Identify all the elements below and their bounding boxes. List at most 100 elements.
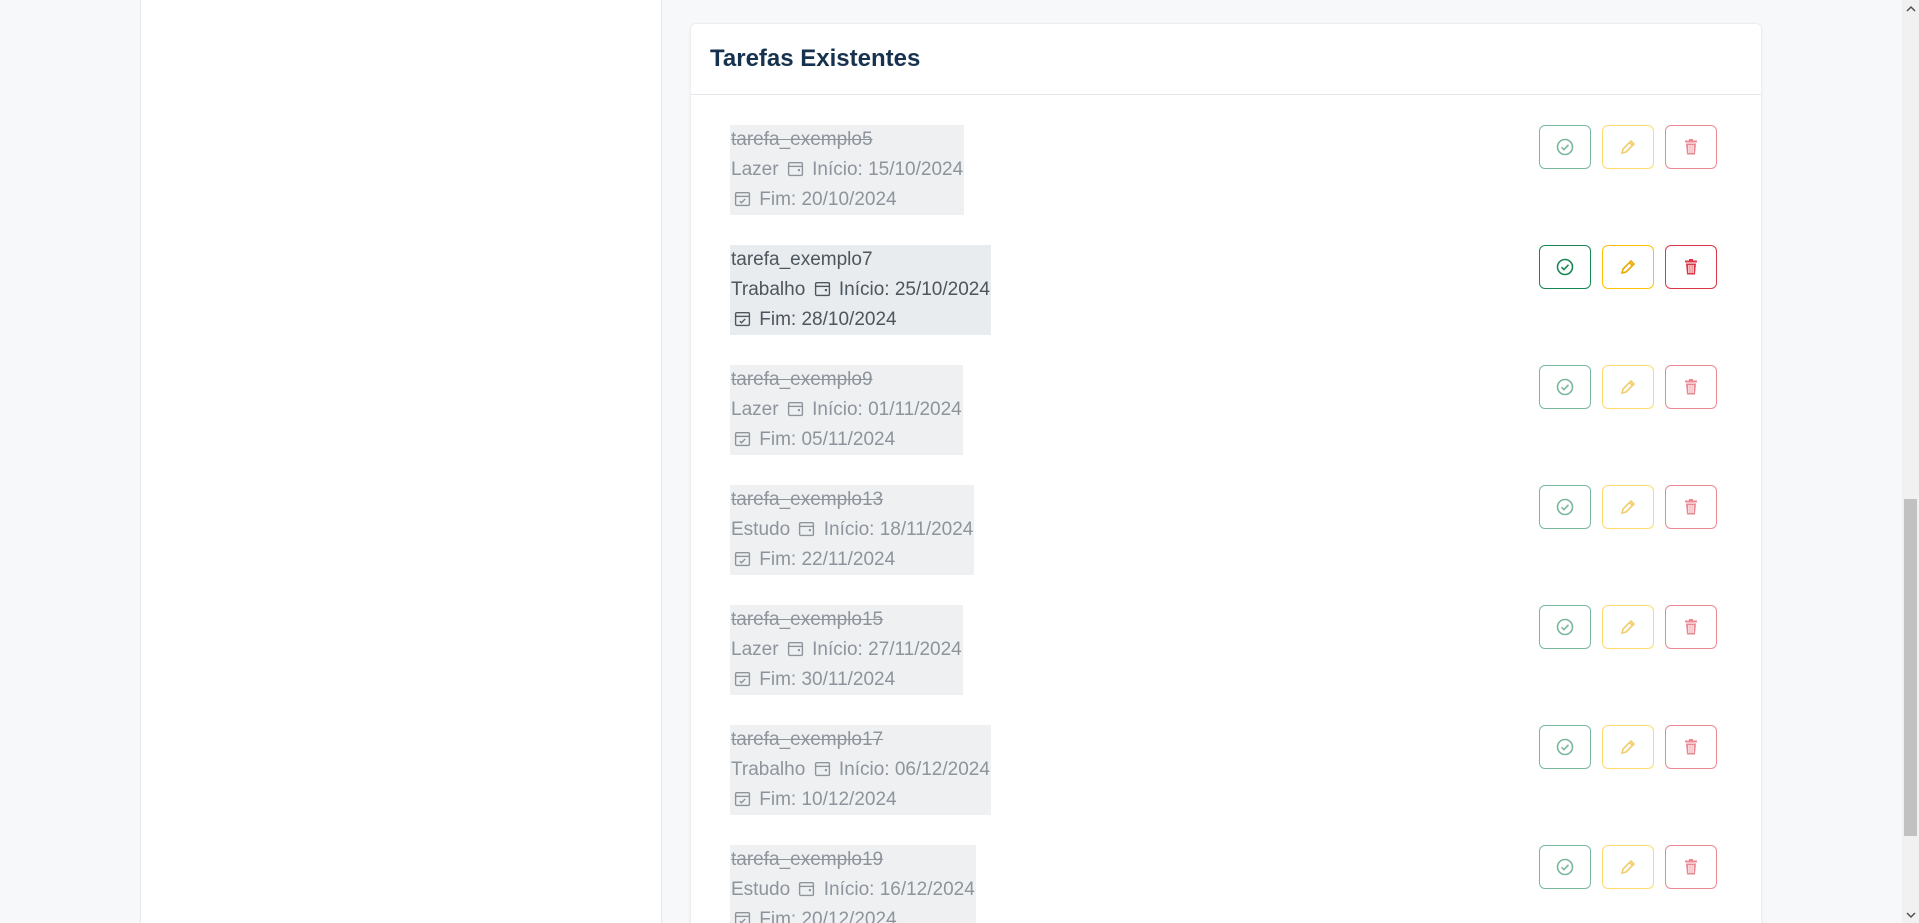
- delete-button[interactable]: [1665, 845, 1717, 889]
- task-actions: [1539, 605, 1717, 649]
- task-actions: [1539, 245, 1717, 289]
- task-name: tarefa_exemplo9: [731, 369, 873, 390]
- delete-button[interactable]: [1665, 245, 1717, 289]
- left-panel: [140, 0, 662, 923]
- task-details: tarefa_exemplo17 Trabalho Início: 06/12/…: [730, 725, 991, 815]
- task-end-line: Fim: 20/12/2024: [731, 905, 975, 923]
- task-name: tarefa_exemplo17: [731, 729, 884, 750]
- task-actions: [1539, 125, 1717, 169]
- task-end-line: Fim: 28/10/2024: [731, 305, 990, 335]
- pencil-icon: [1620, 139, 1636, 155]
- task-item: tarefa_exemplo7 Trabalho Início: 25/10/2…: [730, 245, 1717, 345]
- task-start-date: Início: 06/12/2024: [838, 759, 990, 780]
- delete-button[interactable]: [1665, 485, 1717, 529]
- edit-button[interactable]: [1602, 245, 1654, 289]
- task-end-date: Fim: 30/11/2024: [759, 669, 896, 690]
- task-end-line: Fim: 22/11/2024: [731, 545, 973, 575]
- task-category: Estudo: [731, 879, 791, 900]
- task-name: tarefa_exemplo5: [731, 129, 873, 150]
- page-scrollbar[interactable]: [1902, 0, 1919, 923]
- task-end-date: Fim: 22/11/2024: [759, 549, 896, 570]
- calendar-icon: [798, 880, 815, 897]
- task-actions: [1539, 725, 1717, 769]
- task-name: tarefa_exemplo13: [731, 489, 884, 510]
- task-category: Lazer: [731, 639, 779, 660]
- complete-button[interactable]: [1539, 725, 1591, 769]
- task-item: tarefa_exemplo15 Lazer Início: 27/11/202…: [730, 605, 1717, 705]
- tasks-card: Tarefas Existentes tarefa_exemplo5 Lazer…: [690, 23, 1762, 923]
- pencil-icon: [1620, 499, 1636, 515]
- task-category-start-line: Trabalho Início: 06/12/2024: [731, 755, 990, 785]
- calendar-icon: [814, 760, 831, 777]
- task-item: tarefa_exemplo5 Lazer Início: 15/10/2024…: [730, 125, 1717, 225]
- trash-icon: [1685, 859, 1697, 875]
- trash-icon: [1685, 139, 1697, 155]
- calendar-icon: [787, 640, 804, 657]
- check-circle-icon: [1556, 138, 1574, 156]
- delete-button[interactable]: [1665, 725, 1717, 769]
- task-details: tarefa_exemplo5 Lazer Início: 15/10/2024…: [730, 125, 965, 215]
- calendar-icon: [787, 400, 804, 417]
- calendar-icon: [798, 520, 815, 537]
- trash-icon: [1685, 259, 1697, 275]
- complete-button[interactable]: [1539, 365, 1591, 409]
- complete-button[interactable]: [1539, 845, 1591, 889]
- task-category: Trabalho: [731, 759, 806, 780]
- calendar-check-icon: [734, 670, 751, 687]
- task-end-line: Fim: 20/10/2024: [731, 185, 963, 215]
- edit-button[interactable]: [1602, 125, 1654, 169]
- edit-button[interactable]: [1602, 725, 1654, 769]
- task-category-start-line: Lazer Início: 01/11/2024: [731, 395, 962, 425]
- pencil-icon: [1620, 379, 1636, 395]
- task-item: tarefa_exemplo19 Estudo Início: 16/12/20…: [730, 845, 1717, 923]
- task-item: tarefa_exemplo17 Trabalho Início: 06/12/…: [730, 725, 1717, 825]
- task-end-date: Fim: 05/11/2024: [759, 429, 896, 450]
- scroll-down-arrow-icon[interactable]: [1902, 906, 1919, 923]
- task-details: tarefa_exemplo7 Trabalho Início: 25/10/2…: [730, 245, 991, 335]
- task-start-date: Início: 01/11/2024: [812, 399, 962, 420]
- complete-button[interactable]: [1539, 245, 1591, 289]
- delete-button[interactable]: [1665, 365, 1717, 409]
- task-end-date: Fim: 20/12/2024: [759, 909, 897, 923]
- pencil-icon: [1620, 259, 1636, 275]
- scrollbar-thumb[interactable]: [1904, 499, 1917, 836]
- task-end-line: Fim: 10/12/2024: [731, 785, 990, 815]
- delete-button[interactable]: [1665, 125, 1717, 169]
- pencil-icon: [1620, 739, 1636, 755]
- trash-icon: [1685, 499, 1697, 515]
- task-end-date: Fim: 20/10/2024: [759, 189, 897, 210]
- complete-button[interactable]: [1539, 485, 1591, 529]
- task-category: Lazer: [731, 159, 779, 180]
- check-circle-icon: [1556, 738, 1574, 756]
- check-circle-icon: [1556, 498, 1574, 516]
- task-details: tarefa_exemplo19 Estudo Início: 16/12/20…: [730, 845, 976, 923]
- edit-button[interactable]: [1602, 845, 1654, 889]
- task-item: tarefa_exemplo13 Estudo Início: 18/11/20…: [730, 485, 1717, 585]
- card-header: Tarefas Existentes: [691, 24, 1761, 95]
- edit-button[interactable]: [1602, 605, 1654, 649]
- calendar-check-icon: [734, 550, 751, 567]
- trash-icon: [1685, 379, 1697, 395]
- trash-icon: [1685, 619, 1697, 635]
- task-category-start-line: Estudo Início: 16/12/2024: [731, 875, 975, 905]
- calendar-check-icon: [734, 790, 751, 807]
- task-category-start-line: Estudo Início: 18/11/2024: [731, 515, 973, 545]
- complete-button[interactable]: [1539, 605, 1591, 649]
- calendar-check-icon: [734, 190, 751, 207]
- task-item: tarefa_exemplo9 Lazer Início: 01/11/2024…: [730, 365, 1717, 465]
- edit-button[interactable]: [1602, 485, 1654, 529]
- task-details: tarefa_exemplo13 Estudo Início: 18/11/20…: [730, 485, 975, 575]
- delete-button[interactable]: [1665, 605, 1717, 649]
- check-circle-icon: [1556, 858, 1574, 876]
- task-end-date: Fim: 28/10/2024: [759, 309, 897, 330]
- scroll-up-arrow-icon[interactable]: [1902, 0, 1919, 17]
- task-category: Lazer: [731, 399, 779, 420]
- complete-button[interactable]: [1539, 125, 1591, 169]
- task-category: Trabalho: [731, 279, 806, 300]
- task-end-line: Fim: 30/11/2024: [731, 665, 962, 695]
- edit-button[interactable]: [1602, 365, 1654, 409]
- check-circle-icon: [1556, 378, 1574, 396]
- calendar-icon: [814, 280, 831, 297]
- task-start-date: Início: 15/10/2024: [812, 159, 964, 180]
- task-start-date: Início: 25/10/2024: [838, 279, 990, 300]
